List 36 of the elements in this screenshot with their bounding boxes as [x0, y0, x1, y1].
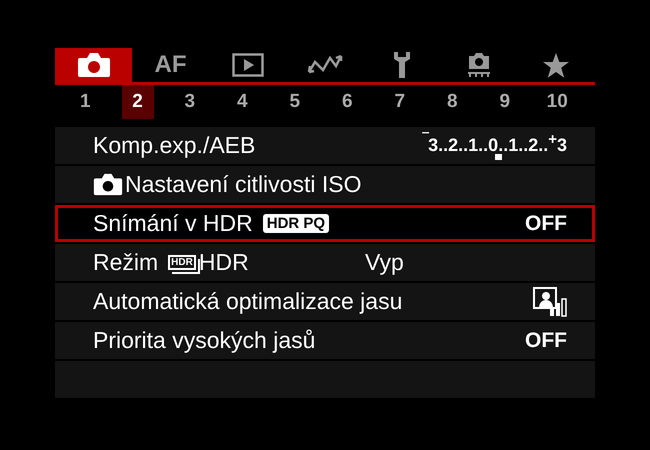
hdr-pq-badge: HDR PQ: [262, 214, 330, 233]
camera-icon: [76, 52, 110, 78]
menu-item[interactable]: Automatická optimalizace jasu: [55, 283, 595, 320]
play-icon: [232, 53, 264, 77]
item-value: OFF: [525, 212, 567, 236]
item-label: Snímání v HDR: [93, 210, 253, 237]
page-tab[interactable]: 2: [122, 85, 154, 119]
wave-icon: [306, 54, 342, 76]
menu-tab[interactable]: AF: [132, 48, 209, 82]
menu-tab[interactable]: [55, 48, 132, 82]
item-label: Automatická optimalizace jasu: [93, 288, 402, 315]
menu-item[interactable]: Priorita vysokých jasů OFF: [55, 322, 595, 359]
portrait-chart-icon: [533, 286, 567, 316]
page-tab[interactable]: 3: [164, 85, 216, 119]
exposure-marker: [495, 154, 502, 160]
item-label: Komp.exp./AEB: [93, 132, 256, 159]
item-value: Vyp: [365, 249, 404, 276]
menu-item[interactable]: Snímání v HDR HDR PQ OFF: [55, 205, 595, 242]
page-tab[interactable]: 1: [59, 85, 112, 119]
page-tab[interactable]: 9: [478, 85, 531, 119]
menu-item[interactable]: Režim HDR HDR Vyp: [55, 244, 595, 281]
page-tab[interactable]: 7: [374, 85, 426, 119]
page-tab[interactable]: 8: [426, 85, 478, 119]
item-label: Režim: [93, 249, 158, 276]
page-tab[interactable]: 6: [321, 85, 374, 119]
page-tab[interactable]: 4: [216, 85, 268, 119]
item-label: Nastavení citlivosti ISO: [125, 171, 362, 198]
star-icon: [542, 52, 570, 78]
page-tab[interactable]: 5: [268, 85, 321, 119]
item-value: OFF: [525, 328, 567, 352]
page-tab[interactable]: 10: [531, 85, 584, 119]
camera-icon: [93, 173, 123, 196]
menu-item[interactable]: Nastavení citlivosti ISO: [55, 166, 595, 203]
menu-item[interactable]: Komp.exp./AEB $^{‾}$3..2..1..0..1..2..$^{+}$3: [55, 127, 595, 164]
item-label: Priorita vysokých jasů: [93, 327, 316, 354]
item-label: HDR: [198, 249, 249, 276]
